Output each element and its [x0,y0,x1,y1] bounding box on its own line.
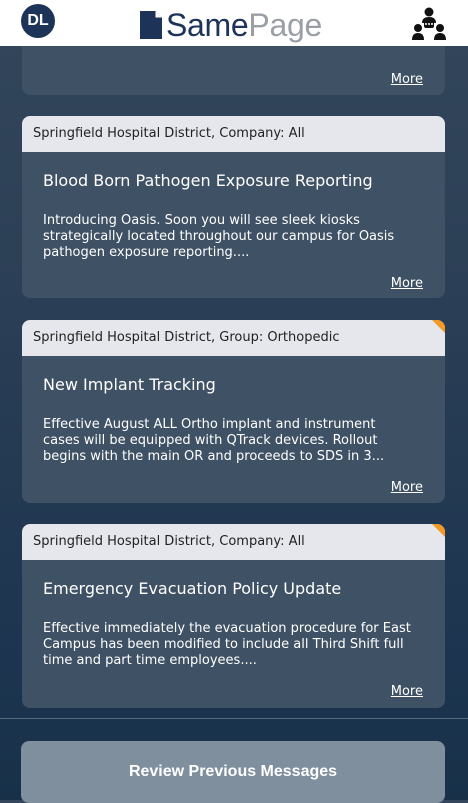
people-network-icon[interactable] [412,6,446,40]
message-card[interactable]: Springfield Hospital District, Group: Or… [22,320,445,503]
card-title[interactable]: Emergency Evacuation Policy Update [43,579,341,598]
document-icon [140,11,162,39]
card-body-line: time and part time employees.... [43,653,257,668]
footer-divider [0,718,468,719]
message-card[interactable]: Springfield Hospital District, Company: … [22,524,445,708]
card-body-line: Introducing Oasis. Soon you will see sle… [43,213,360,228]
card-body-line: begins with the main OR and proceeds to … [43,449,385,464]
card-body: Effective immediately the evacuation pro… [43,621,428,669]
card-body-line: strategically located throughout our cam… [43,229,395,244]
card-body-line: Campus has been modified to include all … [43,637,404,652]
card-header-label: Springfield Hospital District, Group: Or… [33,330,340,345]
app-header: DL SamePage [0,0,468,46]
card-body: Introducing Oasis. Soon you will see sle… [43,213,428,261]
card-header-label: Springfield Hospital District, Company: … [33,534,305,549]
card-body-line: Effective August ALL Ortho implant and i… [43,417,376,432]
card-title[interactable]: Blood Born Pathogen Exposure Reporting [43,171,373,190]
card-body-line: cases will be equipped with QTrack devic… [43,433,378,448]
card-header-label: Springfield Hospital District, Company: … [33,126,305,141]
card-body: Effective August ALL Ortho implant and i… [43,417,428,465]
samepage-logo: SamePage [140,8,322,42]
card-header: Springfield Hospital District, Group: Or… [22,320,445,356]
card-body-line: pathogen exposure reporting.... [43,245,250,260]
review-previous-messages-button[interactable]: Review Previous Messages [21,741,445,803]
card-body-line: Effective immediately the evacuation pro… [43,621,411,636]
more-link[interactable]: More [391,684,423,699]
more-link[interactable]: More [391,480,423,495]
card-title[interactable]: New Implant Tracking [43,375,216,394]
card-header: Springfield Hospital District, Company: … [22,524,445,560]
user-avatar[interactable]: DL [21,4,55,38]
message-card[interactable]: Springfield Hospital District, Company: … [22,116,445,298]
unread-flag-icon [432,524,445,537]
logo-text-page: Page [248,7,322,43]
more-link[interactable]: More [391,276,423,291]
card-header: Springfield Hospital District, Company: … [22,116,445,152]
more-link[interactable]: More [391,72,423,87]
unread-flag-icon [432,320,445,333]
logo-text-same: Same [166,7,249,43]
